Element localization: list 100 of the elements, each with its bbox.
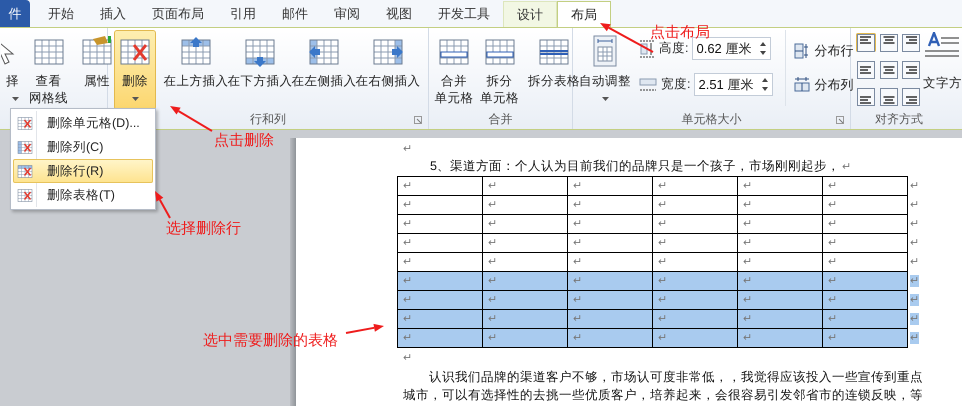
spin-field[interactable]: 0.62 厘米 <box>692 37 772 60</box>
table-cell[interactable]: ↵ <box>398 196 482 214</box>
table-delete-icon <box>17 115 33 131</box>
table-cell[interactable]: ↵ <box>398 310 482 328</box>
row-end-mark: ↵ <box>908 176 919 196</box>
ribbon-tab[interactable]: 页面布局 <box>139 1 217 27</box>
row-height-icon <box>639 40 655 58</box>
align-lines-icon <box>880 88 898 106</box>
table-cell[interactable]: ↵ <box>482 272 568 290</box>
table-cell[interactable]: ↵ <box>738 214 822 234</box>
field-label: 高度: <box>659 40 688 58</box>
table-cell[interactable]: ↵ <box>822 214 908 234</box>
ribbon-tab[interactable]: 插入 <box>87 1 139 27</box>
table-cell[interactable]: ↵ <box>568 290 652 310</box>
table-cell[interactable]: ↵ <box>482 328 568 348</box>
ribbon-button[interactable]: 在上方插入 <box>164 30 228 110</box>
ribbon-button[interactable]: 删除 <box>114 30 156 110</box>
ribbon-tab[interactable]: 开发工具 <box>425 1 503 27</box>
ribbon-tab[interactable]: 设计 <box>503 1 557 27</box>
table-cell[interactable]: ↵ <box>738 328 822 348</box>
table-cell[interactable]: ↵ <box>822 272 908 290</box>
table-cell[interactable]: ↵ <box>652 234 738 252</box>
menu-item[interactable]: 删除行(R) <box>13 159 153 183</box>
table-cell[interactable]: ↵ <box>822 176 908 196</box>
table-cell[interactable]: ↵ <box>822 310 908 328</box>
table-cell[interactable]: ↵ <box>482 176 568 196</box>
cell-alignment-button[interactable] <box>901 60 922 79</box>
cell-alignment-button[interactable] <box>856 60 876 79</box>
annotation-arrow <box>346 324 384 334</box>
body-paragraph: 认识我们品牌的渠道客户不够，市场认可度非常低，，我觉得应该投入一些宣传到重点城市，可以有选择性的去挑一些优质客户，培养起来，会很容易引发邻省市的连锁反映，等 <box>402 369 924 404</box>
table-cell[interactable]: ↵ <box>398 328 482 348</box>
table-cell[interactable]: ↵ <box>482 234 568 252</box>
spin-arrows-icon[interactable] <box>760 42 766 55</box>
ribbon-button[interactable]: 合并 单元格 <box>434 30 474 110</box>
table-cell[interactable]: ↵ <box>652 290 738 310</box>
table-cell[interactable]: ↵ <box>822 328 908 348</box>
table-cell[interactable]: ↵ <box>822 196 908 214</box>
table-cell[interactable]: ↵ <box>652 272 738 290</box>
spin-arrows-icon[interactable] <box>762 78 768 91</box>
align-lines-icon <box>902 60 920 78</box>
table-cell[interactable]: ↵ <box>568 234 652 252</box>
ribbon-tab[interactable]: 件 <box>0 0 30 27</box>
table-cell[interactable]: ↵ <box>398 234 482 252</box>
table-cell[interactable]: ↵ <box>652 214 738 234</box>
ribbon-button[interactable]: 分布列 <box>794 74 854 94</box>
ribbon-button[interactable]: 拆分 单元格 <box>477 30 522 110</box>
table-cell[interactable]: ↵ <box>738 310 822 328</box>
annotation-text: 选中需要删除的表格 <box>203 331 338 351</box>
table-cell[interactable]: ↵ <box>822 234 908 252</box>
cell-alignment-button[interactable] <box>878 33 899 52</box>
cell-alignment-button[interactable] <box>856 33 876 52</box>
table-cell[interactable]: ↵ <box>738 234 822 252</box>
table-cell[interactable]: ↵ <box>398 290 482 310</box>
menu-item[interactable]: 删除单元格(D)... <box>13 111 153 135</box>
ribbon-tab[interactable]: 引用 <box>217 1 269 27</box>
table-cell[interactable]: ↵ <box>652 176 738 196</box>
ribbon-button[interactable]: 在左侧插入 <box>292 30 356 110</box>
table-cell[interactable]: ↵ <box>482 196 568 214</box>
ribbon-button[interactable]: 在下方插入 <box>228 30 292 110</box>
ribbon-button[interactable]: 文字方 <box>923 30 962 110</box>
table-cell[interactable]: ↵ <box>482 310 568 328</box>
table-cell[interactable]: ↵ <box>568 328 652 348</box>
ribbon-button[interactable]: 在右侧插入 <box>356 30 420 110</box>
cell-alignment-button[interactable] <box>901 33 922 52</box>
ribbon-tab[interactable]: 布局 <box>557 1 611 27</box>
ribbon-tab[interactable]: 邮件 <box>269 1 321 27</box>
cell-alignment-button[interactable] <box>878 60 899 79</box>
table-cell[interactable]: ↵ <box>482 214 568 234</box>
ribbon-button[interactable]: 自动调整 <box>579 30 631 110</box>
menu-item[interactable]: 删除列(C) <box>13 135 153 159</box>
cell-alignment-button[interactable] <box>878 87 899 106</box>
dialog-launcher-icon[interactable] <box>414 116 422 124</box>
table-cell[interactable]: ↵ <box>568 272 652 290</box>
field-label: 宽度: <box>661 76 690 94</box>
cell-alignment-button[interactable] <box>856 87 876 106</box>
spin-field[interactable]: 2.51 厘米 <box>694 73 774 96</box>
ribbon-tab[interactable]: 开始 <box>35 1 87 27</box>
table-cell[interactable]: ↵ <box>398 176 482 196</box>
dialog-launcher-icon[interactable] <box>836 116 844 124</box>
table-cell[interactable]: ↵ <box>652 328 738 348</box>
table-cell[interactable]: ↵ <box>738 196 822 214</box>
table-cell[interactable]: ↵ <box>568 196 652 214</box>
table-cell[interactable]: ↵ <box>398 214 482 234</box>
table-cell[interactable]: ↵ <box>738 176 822 196</box>
table-cell[interactable]: ↵ <box>652 196 738 214</box>
table-cell[interactable]: ↵ <box>398 272 482 290</box>
cell-alignment-button[interactable] <box>901 87 922 106</box>
table-cell[interactable]: ↵ <box>738 272 822 290</box>
table-cell[interactable]: ↵ <box>738 290 822 310</box>
table-cell[interactable]: ↵ <box>568 176 652 196</box>
menu-item[interactable]: 删除表格(T) <box>13 183 153 207</box>
paragraph-mark: ↵ <box>842 160 851 172</box>
table-cell[interactable]: ↵ <box>568 214 652 234</box>
ribbon-tab[interactable]: 视图 <box>373 1 425 27</box>
table-cell[interactable]: ↵ <box>482 290 568 310</box>
table-cell[interactable]: ↵ <box>652 310 738 328</box>
table-cell[interactable]: ↵ <box>822 290 908 310</box>
ribbon-button[interactable]: 分布行 <box>794 41 854 60</box>
ribbon-tab[interactable]: 审阅 <box>321 1 373 27</box>
table-cell[interactable]: ↵ <box>568 310 652 328</box>
